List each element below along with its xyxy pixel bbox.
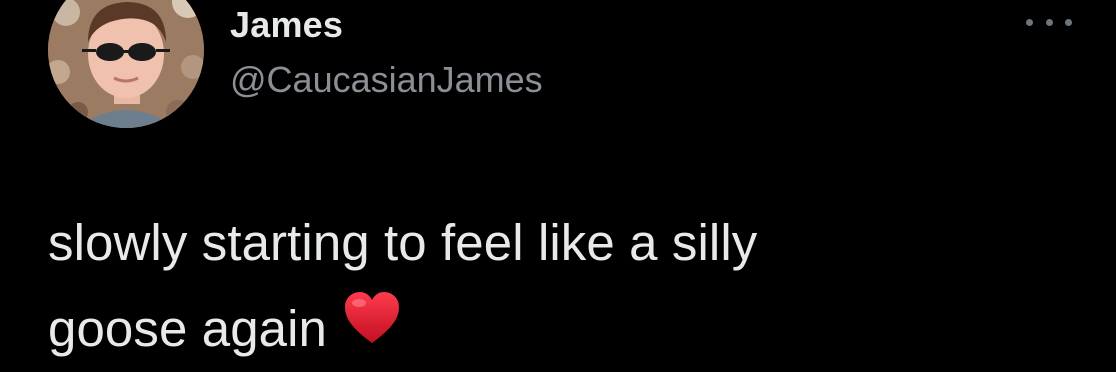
tweet-text-segment: goose again bbox=[48, 300, 328, 357]
author-handle[interactable]: @CaucasianJames bbox=[230, 58, 543, 102]
tweet-text-line: slowly starting to feel like a silly bbox=[48, 214, 758, 271]
more-options-icon[interactable] bbox=[1026, 12, 1072, 32]
tweet[interactable]: James @CaucasianJames slowly starting to… bbox=[0, 0, 1116, 372]
author-display-name[interactable]: James bbox=[230, 4, 543, 46]
tweet-text: slowly starting to feel like a silly goo… bbox=[48, 200, 1058, 372]
more-dot bbox=[1065, 18, 1072, 26]
avatar-image bbox=[48, 0, 204, 128]
more-dot bbox=[1026, 18, 1033, 26]
red-heart-emoji bbox=[343, 285, 401, 371]
tweet-text-line: goose again bbox=[48, 286, 1058, 372]
author-avatar[interactable] bbox=[48, 0, 204, 128]
author-info[interactable]: James @CaucasianJames bbox=[230, 4, 543, 102]
more-dot bbox=[1045, 18, 1053, 26]
